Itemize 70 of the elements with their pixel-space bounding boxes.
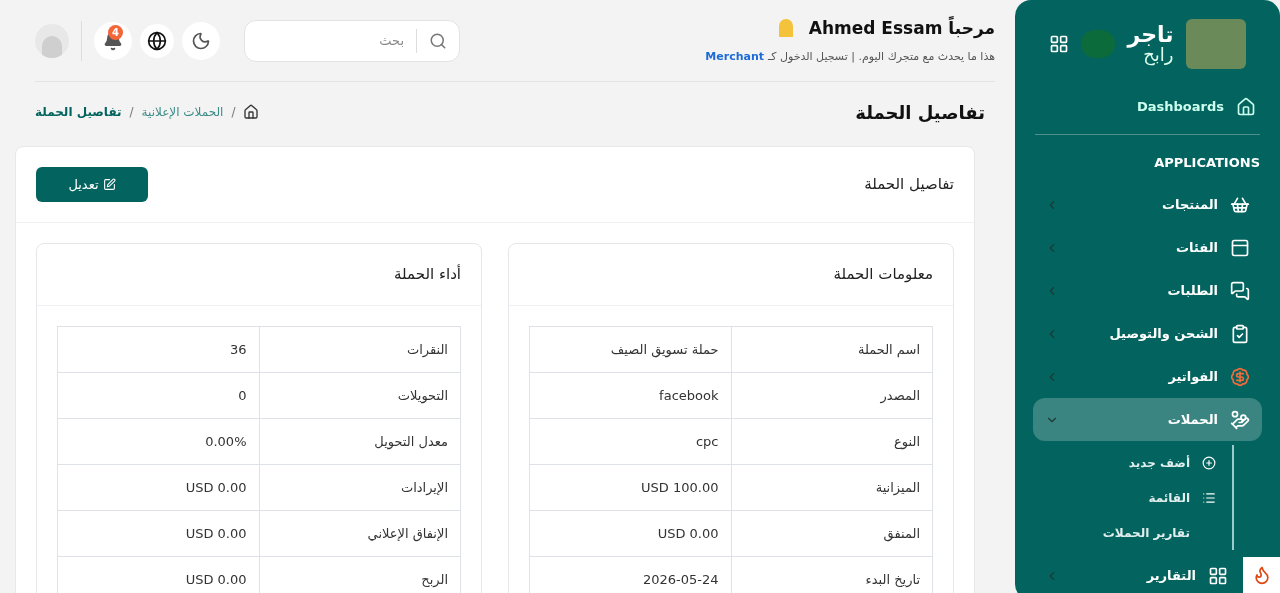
sidebar-item[interactable]: الفواتير bbox=[1033, 355, 1262, 398]
table-cell: USD 0.00 bbox=[57, 510, 259, 557]
moon-icon bbox=[191, 30, 211, 51]
table-cell: النقرات bbox=[259, 326, 461, 373]
breadcrumb-link[interactable]: الحملات الإعلانية bbox=[141, 103, 224, 121]
table-cell: الإيرادات bbox=[259, 464, 461, 511]
card-title: تفاصيل الحملة bbox=[864, 174, 954, 196]
table-cell: 36 bbox=[57, 326, 259, 373]
hand-gear-icon bbox=[1230, 409, 1250, 430]
debug-toolbar-button[interactable] bbox=[1243, 557, 1280, 593]
greeting: مرحباً Ahmed Essam bbox=[808, 15, 995, 41]
section-heading: APPLICATIONS bbox=[1153, 154, 1260, 173]
breadcrumb-separator: / bbox=[231, 104, 236, 121]
submenu-item[interactable]: القائمة bbox=[1148, 488, 1190, 507]
edit-icon bbox=[102, 178, 116, 191]
globe-icon bbox=[147, 30, 167, 51]
table-cell: حملة تسويق الصيف bbox=[529, 326, 731, 373]
card-title: أداء الحملة bbox=[394, 263, 461, 286]
table-cell: USD 0.00 bbox=[57, 464, 259, 511]
table-cell: المنفق bbox=[731, 510, 933, 557]
notification-badge: 4 bbox=[108, 24, 123, 40]
search-icon bbox=[429, 31, 447, 50]
table-cell: الربح bbox=[259, 556, 461, 593]
table-cell: تاريخ البدء bbox=[731, 556, 933, 593]
page-title: تفاصيل الحملة bbox=[855, 100, 985, 125]
table-cell: الميزانية bbox=[731, 464, 933, 511]
clipboard-check-icon bbox=[1230, 323, 1250, 344]
dark-mode-button[interactable] bbox=[182, 21, 220, 60]
table-cell: معدل التحويل bbox=[259, 418, 461, 465]
list-icon bbox=[1202, 490, 1216, 505]
welcome-subtitle: هذا ما يحدث مع متجرك اليوم. | تسجيل الدخول كـ bbox=[768, 49, 995, 65]
table-cell: التحويلات bbox=[259, 372, 461, 419]
table-cell: 0.00% bbox=[57, 418, 259, 465]
sidebar-item[interactable]: التقارير bbox=[1033, 554, 1240, 593]
sidebar-item[interactable]: المنتجات bbox=[1033, 183, 1262, 226]
logo-text: تاجر bbox=[1127, 24, 1174, 46]
sidebar-item[interactable]: الطلبات bbox=[1033, 269, 1262, 312]
language-button[interactable] bbox=[140, 23, 174, 58]
basket-icon bbox=[1230, 194, 1250, 215]
breadcrumb-link[interactable]: تفاصيل الحملة bbox=[35, 103, 122, 121]
sidebar-item[interactable]: الشحن والتوصيل bbox=[1033, 312, 1262, 355]
table-cell: USD 100.00 bbox=[529, 464, 731, 511]
chat-icon bbox=[1230, 280, 1250, 301]
dollar-coin-icon bbox=[1230, 366, 1250, 387]
sidebar-item[interactable]: الحملات bbox=[1033, 398, 1262, 441]
table-cell: USD 0.00 bbox=[529, 510, 731, 557]
edit-button[interactable]: تعديل bbox=[36, 167, 148, 202]
sidebar-item[interactable]: الفئات bbox=[1033, 226, 1262, 269]
sidebar-item[interactable]: Dashboards bbox=[1035, 88, 1260, 126]
role-label: Merchant bbox=[705, 49, 764, 65]
submenu-item[interactable]: تقارير الحملات bbox=[1102, 523, 1190, 542]
home-icon[interactable] bbox=[243, 104, 260, 120]
table-cell: اسم الحملة bbox=[731, 326, 933, 373]
logo-text: رابح bbox=[1143, 46, 1174, 64]
apps-grid-icon[interactable] bbox=[1049, 34, 1070, 54]
plus-circle-icon bbox=[1202, 455, 1216, 470]
search-input[interactable]: بحث bbox=[257, 30, 404, 51]
search-field[interactable]: بحث bbox=[244, 19, 460, 62]
panel-icon bbox=[1230, 237, 1250, 258]
home-icon bbox=[1236, 97, 1256, 117]
table-cell: facebook bbox=[529, 372, 731, 419]
table-cell: النوع bbox=[731, 418, 933, 465]
table-cell: المصدر bbox=[731, 372, 933, 419]
table-cell: 0 bbox=[57, 372, 259, 419]
card-title: معلومات الحملة bbox=[833, 264, 933, 286]
grid-icon bbox=[1208, 565, 1228, 586]
breadcrumb-separator: / bbox=[129, 104, 134, 121]
submenu-item[interactable]: أضف جديد bbox=[1128, 453, 1190, 472]
table-cell: الإنفاق الإعلاني bbox=[259, 510, 461, 557]
table-cell: cpc bbox=[529, 418, 731, 465]
